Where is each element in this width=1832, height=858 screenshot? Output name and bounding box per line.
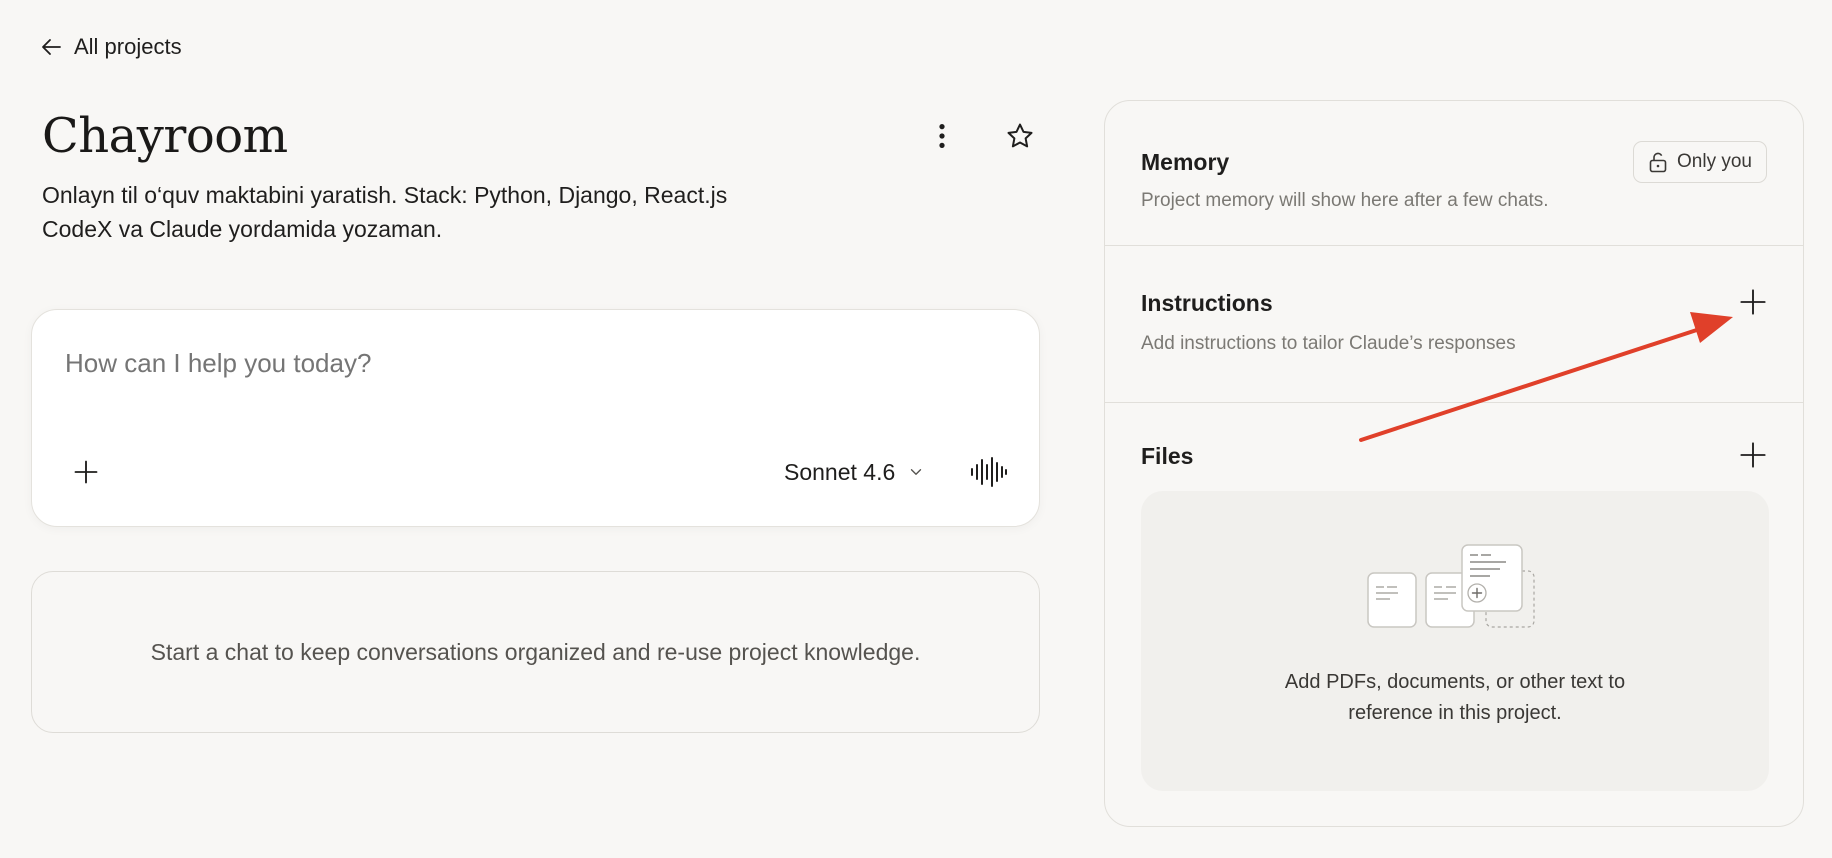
memory-visibility-button[interactable]: Only you <box>1633 141 1767 183</box>
star-icon <box>1007 123 1033 148</box>
voice-mode-button[interactable] <box>964 450 1012 494</box>
star-button[interactable] <box>998 114 1042 158</box>
documents-illustration-icon <box>1367 544 1535 628</box>
instructions-title: Instructions <box>1141 290 1273 316</box>
add-instructions-button[interactable] <box>1733 282 1773 322</box>
page-title: Chayroom <box>42 108 288 164</box>
files-section: Files Add PDFs, documents, or other text… <box>1105 403 1803 828</box>
all-projects-label: All projects <box>74 34 182 59</box>
plus-icon <box>1740 442 1766 468</box>
add-files-button[interactable] <box>1733 435 1773 475</box>
description-line-2: CodeX va Claude yordamida yozaman. <box>42 216 443 242</box>
chats-empty-state: Start a chat to keep conversations organ… <box>31 571 1040 733</box>
chevron-down-icon <box>911 469 922 475</box>
files-empty-text: Add PDFs, documents, or other text to re… <box>1141 667 1769 729</box>
memory-section: Memory Project memory will show here aft… <box>1105 101 1803 246</box>
waveform-icon <box>971 457 1007 487</box>
arrow-left-icon <box>42 39 61 55</box>
files-title: Files <box>1141 443 1194 469</box>
chat-composer: Sonnet 4.6 <box>31 309 1040 527</box>
memory-subtitle: Project memory will show here after a fe… <box>1141 190 1549 211</box>
more-vertical-icon <box>939 124 945 148</box>
add-attachment-button[interactable] <box>64 450 108 494</box>
empty-state-text: Start a chat to keep conversations organ… <box>150 638 921 665</box>
project-knowledge-panel: Memory Project memory will show here aft… <box>1104 100 1804 827</box>
plus-icon <box>74 460 98 484</box>
instructions-subtitle: Add instructions to tailor Claude’s resp… <box>1141 333 1516 354</box>
files-empty-line-1: Add PDFs, documents, or other text to <box>1284 671 1626 693</box>
files-empty-line-2: reference in this project. <box>1348 702 1562 724</box>
description-line-1: Onlayn til o‘quv maktabini yaratish. Sta… <box>42 182 728 208</box>
project-page: All projects Chayroom Onlayn til o‘quv m… <box>0 0 1832 858</box>
lock-icon <box>1649 152 1667 173</box>
chat-input[interactable] <box>65 348 965 379</box>
model-label: Sonnet 4.6 <box>784 458 896 485</box>
title-actions <box>920 114 1042 158</box>
plus-icon <box>1740 289 1766 315</box>
model-selector[interactable]: Sonnet 4.6 <box>784 450 925 494</box>
more-options-button[interactable] <box>920 114 964 158</box>
visibility-label: Only you <box>1677 151 1752 172</box>
files-drop-zone[interactable]: Add PDFs, documents, or other text to re… <box>1141 491 1769 791</box>
project-description: Onlayn til o‘quv maktabini yaratish. Sta… <box>42 178 802 246</box>
all-projects-link[interactable]: All projects <box>40 34 182 60</box>
memory-title: Memory <box>1141 149 1230 175</box>
instructions-section: Instructions Add instructions to tailor … <box>1105 246 1803 403</box>
